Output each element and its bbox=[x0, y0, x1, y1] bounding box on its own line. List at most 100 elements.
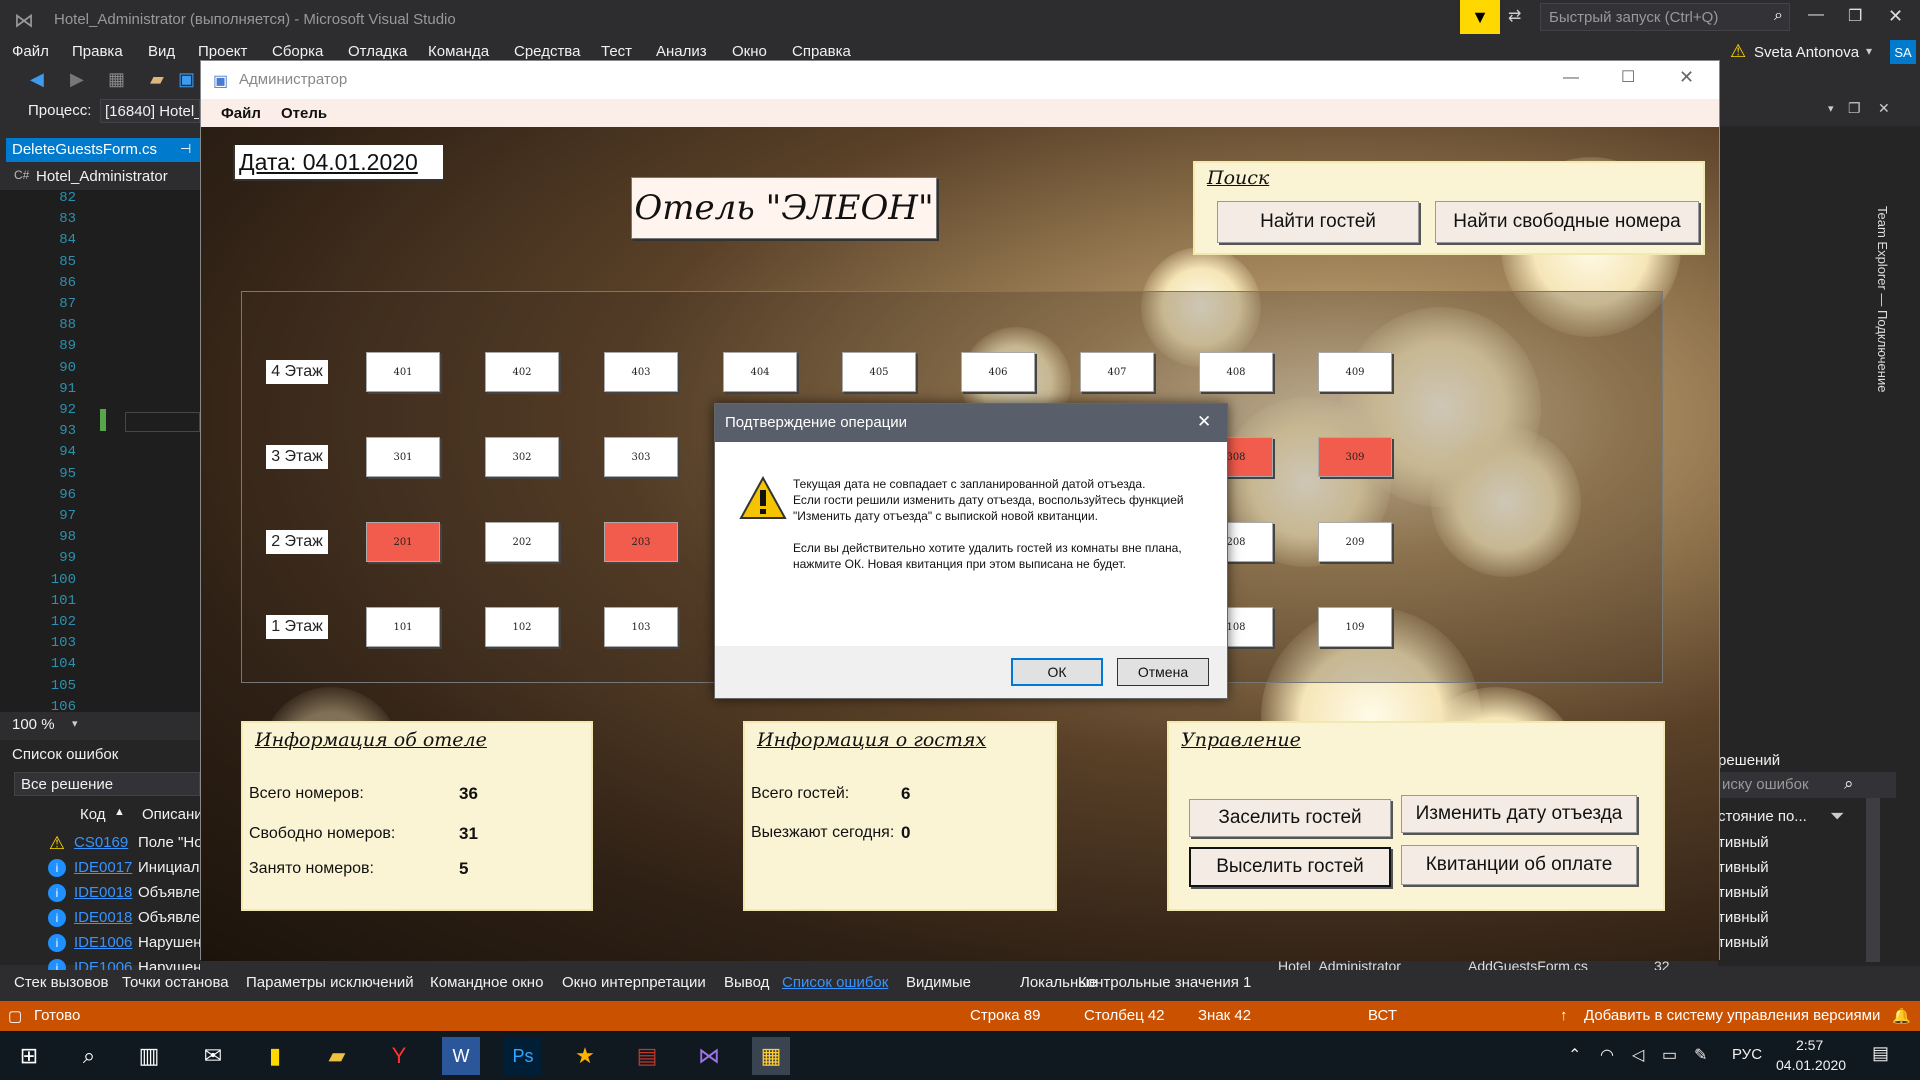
menu-help[interactable]: Справка bbox=[792, 43, 851, 60]
room-button[interactable]: 103 bbox=[604, 607, 678, 647]
user-name[interactable]: Sveta Antonova bbox=[1754, 44, 1859, 61]
forward-icon[interactable]: ▶ bbox=[70, 69, 84, 90]
menu-test[interactable]: Тест bbox=[601, 43, 632, 60]
code-editor[interactable]: 82 83 84 85 86 87 88 89 90 91 92 93 94 95 96 97 98 99 100 1… bbox=[0, 190, 200, 715]
room-button[interactable]: 409 bbox=[1318, 352, 1392, 392]
menu-tools[interactable]: Средства bbox=[514, 43, 580, 60]
minimize-icon[interactable]: — bbox=[1808, 6, 1824, 24]
yandex-browser-icon[interactable]: Y bbox=[380, 1037, 418, 1075]
clock-date[interactable]: 04.01.2020 bbox=[1776, 1057, 1846, 1073]
room-button[interactable]: 202 bbox=[485, 522, 559, 562]
project-selector[interactable]: C# Hotel_Administrator bbox=[8, 166, 200, 188]
bottom-tab[interactable]: Точки останова bbox=[122, 974, 229, 991]
bottom-tab[interactable]: Параметры исключений bbox=[246, 974, 414, 991]
minimize-icon[interactable]: — bbox=[1563, 69, 1579, 87]
check-in-button[interactable]: Заселить гостей bbox=[1189, 799, 1391, 837]
error-code[interactable]: IDE1006 bbox=[74, 934, 132, 951]
chevron-down-icon[interactable]: ▾ bbox=[1828, 102, 1834, 115]
receipts-button[interactable]: Квитанции об оплате bbox=[1401, 845, 1637, 885]
doc-tab[interactable]: DeleteGuestsForm.cs ⊣ bbox=[6, 138, 200, 162]
error-code[interactable]: CS0169 bbox=[74, 834, 128, 851]
pin-icon[interactable]: ⊣ bbox=[180, 141, 191, 157]
search-icon[interactable]: ⌕ bbox=[70, 1037, 108, 1075]
ok-button[interactable]: ОК bbox=[1011, 658, 1103, 686]
mail-icon[interactable]: ✉ bbox=[194, 1037, 232, 1075]
error-code[interactable]: IDE0018 bbox=[74, 909, 132, 926]
add-to-source-control[interactable]: Добавить в систему управления версиями bbox=[1584, 1007, 1880, 1024]
room-button[interactable]: 403 bbox=[604, 352, 678, 392]
menu-debug[interactable]: Отладка bbox=[348, 43, 407, 60]
state-column-header[interactable]: стояние по... bbox=[1718, 808, 1807, 825]
task-view-icon[interactable]: ▥ bbox=[130, 1037, 168, 1075]
file-explorer-icon[interactable]: ▰ bbox=[318, 1037, 356, 1075]
cancel-button[interactable]: Отмена bbox=[1117, 658, 1209, 686]
col-desc-header[interactable]: Описани bbox=[142, 806, 203, 823]
bottom-tab[interactable]: Вывод bbox=[724, 974, 769, 991]
feedback-filter-icon[interactable]: ▼ bbox=[1460, 0, 1500, 34]
action-center-icon[interactable]: ▤ bbox=[1872, 1043, 1889, 1064]
room-button[interactable]: 309 bbox=[1318, 437, 1392, 477]
menu-edit[interactable]: Правка bbox=[72, 43, 123, 60]
visual-studio-icon[interactable]: ⋈ bbox=[690, 1037, 728, 1075]
pen-icon[interactable]: ✎ bbox=[1694, 1045, 1707, 1065]
room-button[interactable]: 404 bbox=[723, 352, 797, 392]
search-error-list[interactable]: иску ошибок ⌕ bbox=[1718, 772, 1896, 798]
menu-window[interactable]: Окно bbox=[732, 43, 767, 60]
close-icon[interactable]: ✕ bbox=[1888, 6, 1903, 27]
menu-analyze[interactable]: Анализ bbox=[656, 43, 707, 60]
input-language[interactable]: РУС bbox=[1732, 1046, 1762, 1063]
bottom-tab[interactable]: Видимые bbox=[906, 974, 971, 991]
room-button[interactable]: 408 bbox=[1199, 352, 1273, 392]
close-icon[interactable]: ✕ bbox=[1679, 67, 1694, 88]
bottom-tab[interactable]: Контрольные значения 1 bbox=[1078, 974, 1251, 991]
room-button[interactable]: 301 bbox=[366, 437, 440, 477]
network-icon[interactable]: ◠ bbox=[1600, 1045, 1614, 1065]
room-button[interactable]: 303 bbox=[604, 437, 678, 477]
menu-team[interactable]: Команда bbox=[428, 43, 489, 60]
avatar[interactable]: SA bbox=[1890, 40, 1916, 64]
chevron-up-icon[interactable]: ⌃ bbox=[1568, 1045, 1581, 1065]
hotel-app-icon[interactable]: ▦ bbox=[752, 1037, 790, 1075]
room-button[interactable]: 302 bbox=[485, 437, 559, 477]
col-code-header[interactable]: Код bbox=[80, 806, 106, 823]
word-icon[interactable]: W bbox=[442, 1037, 480, 1075]
close-icon[interactable]: ✕ bbox=[1878, 100, 1890, 117]
star-app-icon[interactable]: ★ bbox=[566, 1037, 604, 1075]
menu-file[interactable]: Файл bbox=[12, 43, 49, 60]
process-select[interactable]: [16840] Hotel_ bbox=[100, 99, 200, 123]
room-button[interactable]: 201 bbox=[366, 522, 440, 562]
close-icon[interactable]: ✕ bbox=[1197, 412, 1211, 432]
menu-build[interactable]: Сборка bbox=[272, 43, 323, 60]
check-out-button[interactable]: Выселить гостей bbox=[1189, 847, 1391, 887]
winrar-icon[interactable]: ▤ bbox=[628, 1037, 666, 1075]
arrow-up-icon[interactable]: ↑ bbox=[1560, 1007, 1568, 1024]
error-code[interactable]: IDE0017 bbox=[74, 859, 132, 876]
clock-time[interactable]: 2:57 bbox=[1796, 1037, 1823, 1053]
error-code[interactable]: IDE0018 bbox=[74, 884, 132, 901]
filter-icon[interactable]: ⏷ bbox=[1830, 806, 1844, 827]
battery-icon[interactable]: ▭ bbox=[1662, 1045, 1677, 1065]
room-button[interactable]: 102 bbox=[485, 607, 559, 647]
room-button[interactable]: 405 bbox=[842, 352, 916, 392]
change-departure-button[interactable]: Изменить дату отъезда bbox=[1401, 795, 1637, 833]
open-folder-icon[interactable]: ▰ bbox=[150, 69, 164, 90]
scrollbar[interactable] bbox=[1866, 798, 1880, 962]
restore-icon[interactable]: ❐ bbox=[1848, 6, 1862, 26]
bottom-tab[interactable]: Стек вызовов bbox=[14, 974, 109, 991]
bottom-tab[interactable]: Список ошибок bbox=[782, 974, 888, 991]
back-icon[interactable]: ◀ bbox=[30, 69, 44, 90]
menu-project[interactable]: Проект bbox=[198, 43, 247, 60]
photoshop-icon[interactable]: Ps bbox=[504, 1037, 542, 1075]
room-button[interactable]: 401 bbox=[366, 352, 440, 392]
room-button[interactable]: 406 bbox=[961, 352, 1035, 392]
windows-start-icon[interactable]: ⊞ bbox=[10, 1037, 48, 1075]
maximize-icon[interactable]: ☐ bbox=[1621, 67, 1635, 87]
room-button[interactable]: 101 bbox=[366, 607, 440, 647]
app-menu-hotel[interactable]: Отель bbox=[281, 105, 327, 122]
room-button[interactable]: 109 bbox=[1318, 607, 1392, 647]
chevron-down-icon[interactable]: ▾ bbox=[1866, 44, 1872, 58]
restore-icon[interactable]: ❐ bbox=[1848, 100, 1861, 117]
save-icon[interactable]: ▣ bbox=[178, 69, 195, 90]
app-menu-file[interactable]: Файл bbox=[221, 105, 261, 122]
find-guests-button[interactable]: Найти гостей bbox=[1217, 201, 1419, 243]
